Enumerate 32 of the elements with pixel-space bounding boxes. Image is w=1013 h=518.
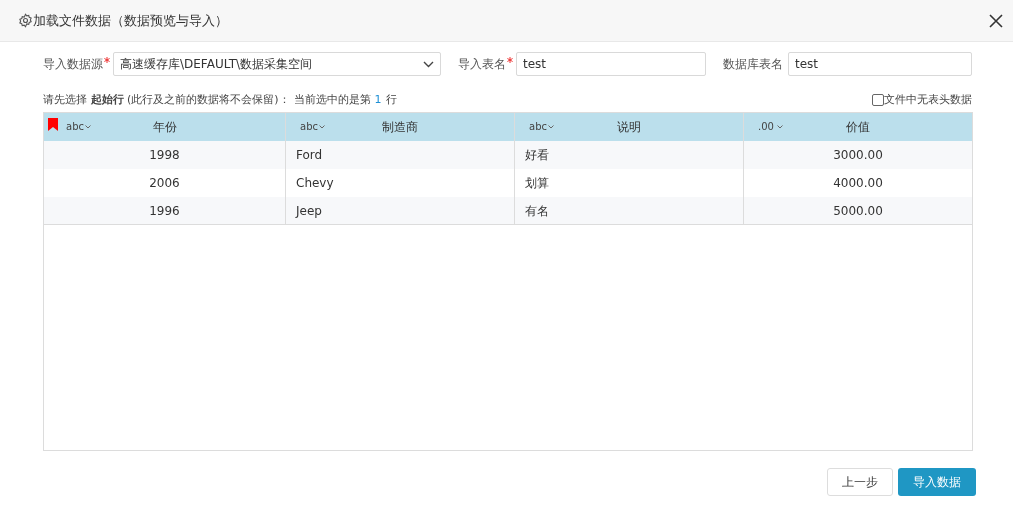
type-selector[interactable]: abc bbox=[529, 119, 547, 134]
window-title: 加载文件数据（数据预览与导入） bbox=[33, 11, 228, 30]
type-selector[interactable]: abc bbox=[300, 119, 318, 134]
field-label: 导入表名 bbox=[458, 56, 506, 73]
table-cell-text: 1998 bbox=[148, 147, 181, 164]
table-cell: 1996 bbox=[44, 197, 285, 225]
table-name-field[interactable]: test bbox=[516, 52, 706, 76]
caret-icon bbox=[85, 125, 91, 129]
hint-text: 请先选择 起始行 (此行及之前的数据将不会保留)： bbox=[43, 91, 290, 108]
table-cell: Jeep bbox=[285, 197, 514, 225]
caret-icon bbox=[423, 60, 434, 68]
column-header[interactable]: abc 年份 bbox=[44, 113, 285, 141]
no-header-checkbox[interactable] bbox=[872, 94, 884, 106]
close-icon[interactable] bbox=[989, 13, 1003, 28]
caret-icon bbox=[548, 125, 554, 129]
back-button[interactable]: 上一步 bbox=[827, 468, 893, 496]
checkbox-label: 文件中无表头数据 bbox=[884, 91, 972, 108]
field-label: 数据库表名 bbox=[723, 56, 783, 73]
field-label: 导入数据源 bbox=[43, 56, 103, 73]
caret-icon bbox=[777, 125, 783, 129]
table-cell: 有名 bbox=[514, 197, 743, 225]
source-dropdown[interactable]: 高速缓存库\DEFAULT\数据采集空间 bbox=[113, 52, 441, 76]
settings-icon bbox=[18, 13, 33, 28]
current-row-label: 当前选中的是第 bbox=[293, 91, 371, 108]
caret-icon bbox=[319, 125, 325, 129]
current-row-suffix: 行 bbox=[385, 91, 397, 108]
table-cell: 5000.00 bbox=[743, 197, 972, 225]
type-selector[interactable]: abc bbox=[66, 119, 84, 134]
table-cell-text: 2006 bbox=[148, 175, 181, 192]
type-selector[interactable]: .00 bbox=[758, 119, 774, 134]
db-table-name-field[interactable]: test bbox=[788, 52, 972, 76]
current-row-number: 1 bbox=[374, 91, 382, 108]
